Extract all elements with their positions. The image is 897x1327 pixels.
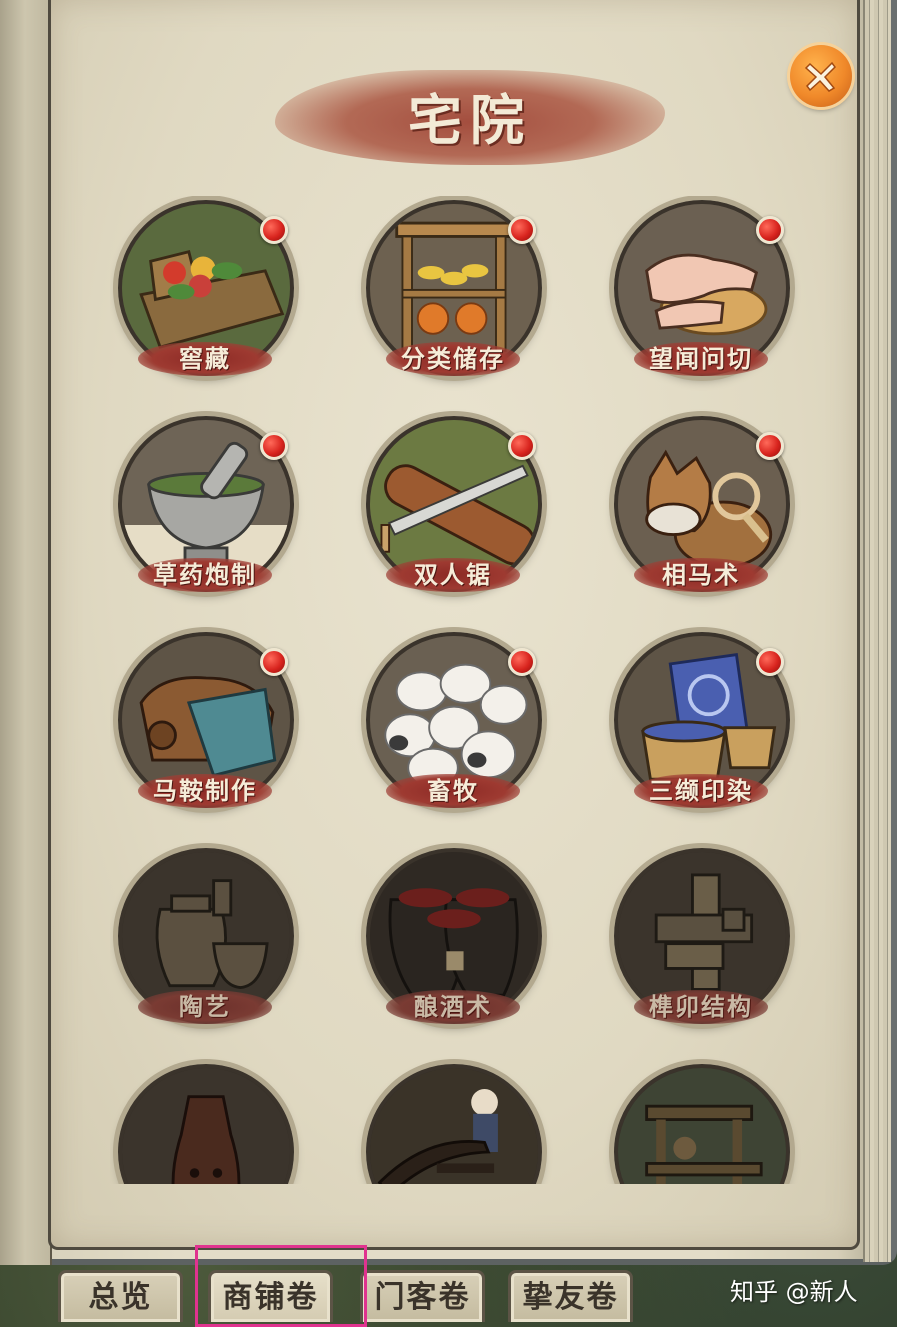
close-button[interactable] bbox=[790, 45, 852, 107]
skill-pottery[interactable]: 陶艺 bbox=[110, 844, 300, 1034]
medal bbox=[614, 1064, 790, 1184]
skill-ocarina[interactable] bbox=[110, 1060, 300, 1184]
skill-storage[interactable]: 分类储存 bbox=[358, 196, 548, 386]
close-x-icon bbox=[804, 61, 836, 92]
skill-livestock[interactable]: 畜牧 bbox=[358, 628, 548, 818]
tab-retainer-scroll[interactable]: 门客卷 bbox=[360, 1270, 485, 1322]
skill-saddle[interactable]: 马鞍制作 bbox=[110, 628, 300, 818]
skill-horse[interactable]: 相马术 bbox=[606, 412, 796, 602]
skill-brewing[interactable]: 酿酒术 bbox=[358, 844, 548, 1034]
skill-label: 畜牧 bbox=[427, 776, 479, 805]
page-edges bbox=[863, 0, 891, 1262]
tab-overview[interactable]: 总览 bbox=[58, 1270, 183, 1322]
skill-herbal[interactable]: 草药炮制 bbox=[110, 412, 300, 602]
notification-dot bbox=[508, 432, 536, 460]
skill-label: 望闻问切 bbox=[649, 344, 753, 373]
skill-label: 窖藏 bbox=[179, 344, 231, 373]
plow-icon bbox=[370, 1068, 538, 1184]
skill-grid: 窖藏 分类储存 望闻问切 草药炮制 双人锯 相马术 马鞍制作 畜牧 三缬印染 陶… bbox=[110, 196, 810, 1184]
skill-label: 双人锯 bbox=[414, 560, 492, 589]
skill-label: 相马术 bbox=[662, 560, 740, 589]
notification-dot bbox=[756, 432, 784, 460]
notification-dot bbox=[756, 216, 784, 244]
notification-dot bbox=[260, 432, 288, 460]
skill-dyeing[interactable]: 三缬印染 bbox=[606, 628, 796, 818]
notification-dot bbox=[508, 216, 536, 244]
skill-label: 分类储存 bbox=[401, 344, 505, 373]
skill-label: 陶艺 bbox=[179, 992, 231, 1021]
page-binding bbox=[0, 0, 52, 1265]
notification-dot bbox=[508, 648, 536, 676]
skill-saw[interactable]: 双人锯 bbox=[358, 412, 548, 602]
loom-icon bbox=[618, 1068, 786, 1184]
medal bbox=[118, 1064, 294, 1184]
notification-dot bbox=[260, 216, 288, 244]
skill-label: 三缬印染 bbox=[649, 776, 753, 805]
selected-tab-highlight bbox=[195, 1245, 367, 1327]
notification-dot bbox=[260, 648, 288, 676]
ocarina-icon bbox=[122, 1068, 290, 1184]
page-title: 宅院 bbox=[408, 88, 532, 152]
skill-label: 草药炮制 bbox=[153, 560, 257, 589]
watermark: 知乎 @新人 bbox=[730, 1278, 858, 1306]
notification-dot bbox=[756, 648, 784, 676]
skill-cellar[interactable]: 窖藏 bbox=[110, 196, 300, 386]
skill-label: 马鞍制作 bbox=[153, 776, 257, 805]
skill-diagnosis[interactable]: 望闻问切 bbox=[606, 196, 796, 386]
medal bbox=[366, 1064, 542, 1184]
skill-label: 榫卯结构 bbox=[649, 992, 753, 1021]
skill-label: 酿酒术 bbox=[414, 992, 492, 1021]
skill-mortise[interactable]: 榫卯结构 bbox=[606, 844, 796, 1034]
skill-plow[interactable] bbox=[358, 1060, 548, 1184]
tab-friend-scroll[interactable]: 挚友卷 bbox=[508, 1270, 633, 1322]
skill-loom[interactable] bbox=[606, 1060, 796, 1184]
